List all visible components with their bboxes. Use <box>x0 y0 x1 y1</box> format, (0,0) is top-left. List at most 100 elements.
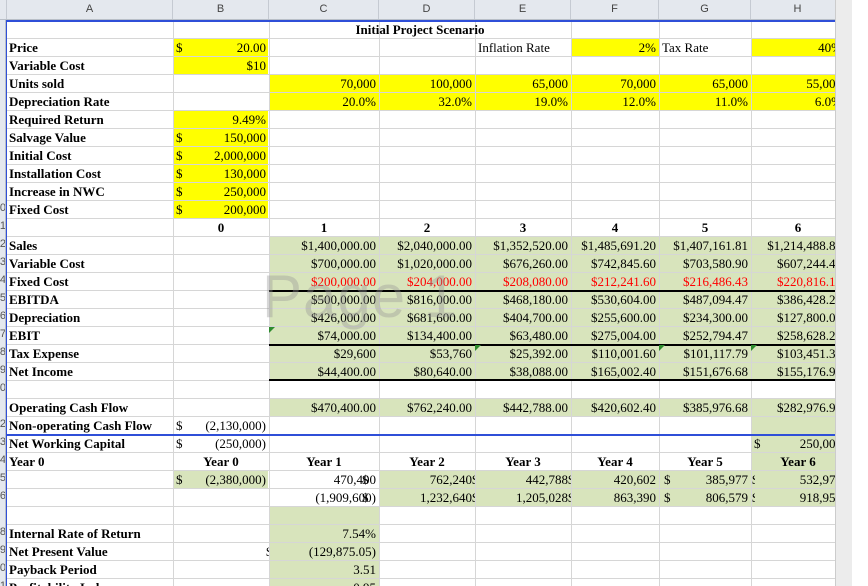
cell-units-sold[interactable]: 70,000 <box>571 75 659 93</box>
cell-nwc-year6[interactable]: 250,000 <box>751 435 845 453</box>
cash-year-header[interactable]: Year 0 <box>173 453 269 471</box>
cell-ebitda[interactable]: $468,180.00 <box>475 291 571 309</box>
cash-year-header[interactable]: Year 1 <box>269 453 379 471</box>
label-depreciation-rate[interactable]: Depreciation Rate <box>6 93 173 111</box>
error-indicator-icon[interactable] <box>659 345 665 351</box>
label-sales[interactable]: Sales <box>6 237 173 255</box>
cell-ebitda[interactable]: $487,094.47 <box>659 291 751 309</box>
cell-fc[interactable]: $220,816.16 <box>751 273 845 291</box>
cell-increase-nwc[interactable]: 250,000 <box>173 183 269 201</box>
cell-operating-cash-flow[interactable]: $470,400.00 <box>269 399 379 417</box>
column-header-a[interactable]: A <box>7 0 173 19</box>
cell-ni[interactable]: $38,088.00 <box>475 363 571 381</box>
cell-sales[interactable]: $1,352,520.00 <box>475 237 571 255</box>
cell-operating-cash-flow[interactable]: $282,976.97 <box>751 399 845 417</box>
cell-units-sold[interactable]: 70,000 <box>269 75 379 93</box>
column-header-b[interactable]: B <box>173 0 269 19</box>
cell-fc[interactable]: $216,486.43 <box>659 273 751 291</box>
cell-sales[interactable]: $1,485,691.20 <box>571 237 659 255</box>
label-operating-cash-flow[interactable]: Operating Cash Flow <box>6 399 173 417</box>
cell-tax[interactable]: $25,392.00 <box>475 345 571 363</box>
label-fixed-cost[interactable]: Fixed Cost <box>6 201 173 219</box>
label-initial-cost[interactable]: Initial Cost <box>6 147 173 165</box>
cell-vc[interactable]: $703,580.90 <box>659 255 751 273</box>
cell-operating-cash-flow[interactable]: $385,976.68 <box>659 399 751 417</box>
cell-cumulative-cash-flow[interactable]: 918,954 <box>751 489 845 507</box>
cell-depr[interactable]: $234,300.00 <box>659 309 751 327</box>
select-all-corner[interactable] <box>0 0 7 19</box>
year-header[interactable]: 2 <box>379 219 475 237</box>
cell-depreciation-rate[interactable]: 19.0% <box>475 93 571 111</box>
cell-tax-rate[interactable]: 40% <box>751 39 845 57</box>
cell-npv[interactable]: (129,875.05) <box>269 543 379 561</box>
cell-total-cash-flow[interactable]: 470,400 <box>269 471 379 489</box>
cell-tax[interactable]: $103,451.31 <box>751 345 845 363</box>
label-ni[interactable]: Net Income <box>6 363 173 381</box>
cell-operating-cash-flow[interactable]: $442,788.00 <box>475 399 571 417</box>
label-fc[interactable]: Fixed Cost <box>6 273 173 291</box>
cell-required-return[interactable]: 9.49% <box>173 111 269 129</box>
cell-depreciation-rate[interactable]: 6.0% <box>751 93 845 111</box>
cell-depreciation-rate[interactable]: 32.0% <box>379 93 475 111</box>
label-price[interactable]: Price <box>6 39 173 57</box>
cell-payback-period[interactable]: 3.51 <box>269 561 379 579</box>
cell-total-cash-flow[interactable]: 420,602 <box>571 471 659 489</box>
cell-sales[interactable]: $2,040,000.00 <box>379 237 475 255</box>
label-irr[interactable]: Internal Rate of Return <box>6 525 173 543</box>
cell-total-cash-flow[interactable]: 762,240 <box>379 471 475 489</box>
column-header-d[interactable]: D <box>379 0 475 19</box>
label-ebit[interactable]: EBIT <box>6 327 173 345</box>
cell-tax[interactable]: $53,760 <box>379 345 475 363</box>
cell-tax[interactable]: $29,600 <box>269 345 379 363</box>
cell-ni[interactable]: $151,676.68 <box>659 363 751 381</box>
cell-operating-cash-flow[interactable]: $420,602.40 <box>571 399 659 417</box>
cell-depreciation-rate[interactable]: 12.0% <box>571 93 659 111</box>
cell-irr[interactable]: 7.54% <box>269 525 379 543</box>
cash-year-header[interactable]: Year 5 <box>659 453 751 471</box>
cash-year-header[interactable]: Year 6 <box>751 453 845 471</box>
cell-units-sold[interactable]: 55,000 <box>751 75 845 93</box>
label-increase-nwc[interactable]: Increase in NWC <box>6 183 173 201</box>
label-ebitda[interactable]: EBITDA <box>6 291 173 309</box>
sheet-title[interactable]: Initial Project Scenario <box>269 21 571 39</box>
year-header[interactable]: 1 <box>269 219 379 237</box>
cell-cumulative-cash-flow[interactable]: 806,579 <box>659 489 751 507</box>
label-inflation-rate[interactable]: Inflation Rate <box>475 39 571 57</box>
label-tax[interactable]: Tax Expense <box>6 345 173 363</box>
cell-depreciation-rate[interactable]: 20.0% <box>269 93 379 111</box>
year-header[interactable]: 4 <box>571 219 659 237</box>
cell-cumulative-cash-flow[interactable]: (1,909,600) <box>269 489 379 507</box>
cell-units-sold[interactable]: 65,000 <box>475 75 571 93</box>
cell-cumulative-cash-flow[interactable]: 1,205,028 <box>475 489 571 507</box>
year-header[interactable]: 5 <box>659 219 751 237</box>
cell-ebitda[interactable]: $530,604.00 <box>571 291 659 309</box>
cell-ni[interactable]: $44,400.00 <box>269 363 379 381</box>
cell-ni[interactable]: $165,002.40 <box>571 363 659 381</box>
label-profitability-index[interactable]: Profitability Index <box>6 579 173 586</box>
cell-ebitda[interactable]: $386,428.28 <box>751 291 845 309</box>
cell-tax[interactable]: $110,001.60 <box>571 345 659 363</box>
column-header-c[interactable]: C <box>269 0 379 19</box>
cell-units-sold[interactable]: 65,000 <box>659 75 751 93</box>
year-header[interactable]: 6 <box>751 219 845 237</box>
cell-sales[interactable]: $1,214,488.88 <box>751 237 845 255</box>
column-header-h[interactable]: H <box>751 0 845 19</box>
cell-ebit[interactable]: $275,004.00 <box>571 327 659 345</box>
cell-ebit[interactable]: $63,480.00 <box>475 327 571 345</box>
cell-sales[interactable]: $1,407,161.81 <box>659 237 751 255</box>
cell-total-cash-flow[interactable]: 532,977 <box>751 471 845 489</box>
label-installation-cost[interactable]: Installation Cost <box>6 165 173 183</box>
cell-initial-cost[interactable]: 2,000,000 <box>173 147 269 165</box>
label-vc[interactable]: Variable Cost <box>6 255 173 273</box>
cell-cumulative-cash-flow[interactable]: 863,390 <box>571 489 659 507</box>
cell-variable-cost[interactable]: $10 <box>173 57 269 75</box>
cell-total-cash-flow-year0[interactable]: (2,380,000) <box>173 471 269 489</box>
cash-year-header[interactable]: Year 2 <box>379 453 475 471</box>
column-header-e[interactable]: E <box>475 0 571 19</box>
cell-ni[interactable]: $155,176.97 <box>751 363 845 381</box>
cell-tax[interactable]: $101,117.79 <box>659 345 751 363</box>
label-salvage-value[interactable]: Salvage Value <box>6 129 173 147</box>
cell-depreciation-rate[interactable]: 11.0% <box>659 93 751 111</box>
cell-depr[interactable]: $404,700.00 <box>475 309 571 327</box>
cell-operating-cash-flow[interactable]: $762,240.00 <box>379 399 475 417</box>
